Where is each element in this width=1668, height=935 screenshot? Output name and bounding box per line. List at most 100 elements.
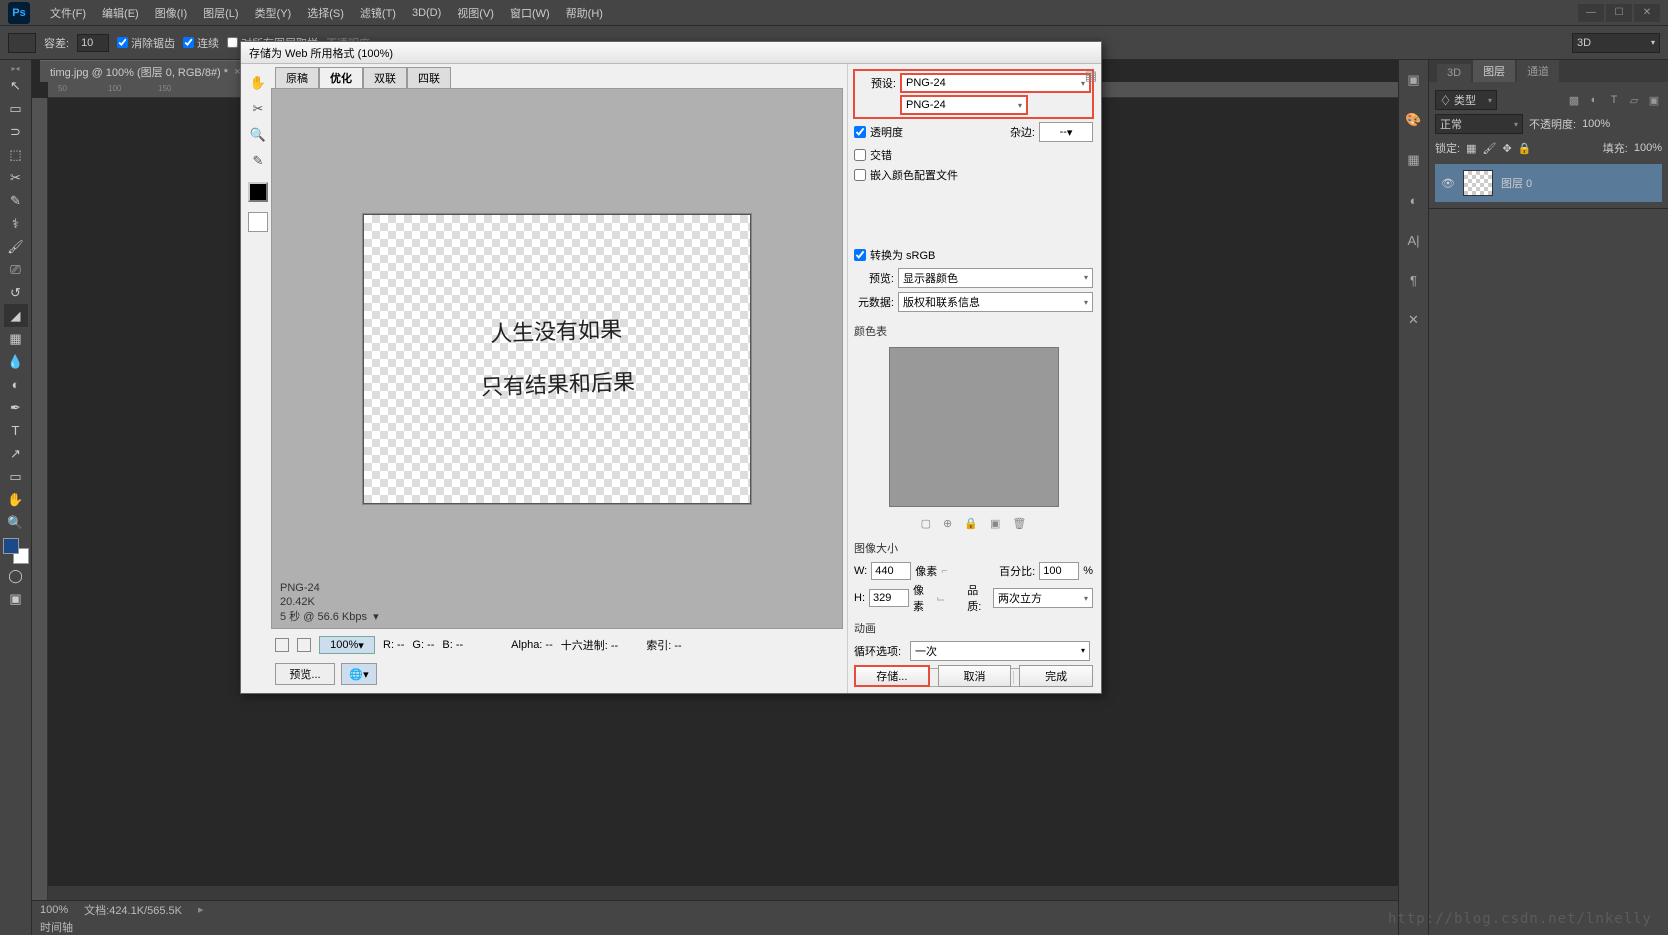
tab-original[interactable]: 原稿 <box>275 67 319 88</box>
menu-file[interactable]: 文件(F) <box>42 5 94 21</box>
preview-profile-dropdown[interactable]: 显示器颜色 <box>898 268 1093 288</box>
menu-edit[interactable]: 编辑(E) <box>94 5 147 21</box>
eraser-tool[interactable]: ◢ <box>4 304 28 327</box>
eyedropper-tool[interactable]: ✎ <box>4 189 28 212</box>
lock-paint-icon[interactable]: 🖌 <box>1482 142 1496 155</box>
tab-2up[interactable]: 双联 <box>363 67 407 88</box>
footer-square-1[interactable] <box>275 638 289 652</box>
fill-value[interactable]: 100% <box>1634 142 1662 154</box>
blend-mode-dropdown[interactable]: 正常 <box>1435 114 1523 134</box>
tab-channels[interactable]: 通道 <box>1517 60 1559 82</box>
timeline-tab[interactable]: 时间轴 <box>32 918 1398 935</box>
swatches-panel-icon[interactable]: ▦ <box>1404 150 1424 170</box>
menu-view[interactable]: 视图(V) <box>449 5 502 21</box>
layer-thumbnail[interactable] <box>1463 170 1493 196</box>
shape-tool[interactable]: ▭ <box>4 465 28 488</box>
color-swatches[interactable] <box>3 538 29 564</box>
paragraph-panel-icon[interactable]: ¶ <box>1404 270 1424 290</box>
lasso-tool[interactable]: ⊃ <box>4 120 28 143</box>
ct-icon-1[interactable]: ▢ <box>921 517 931 530</box>
footer-square-2[interactable] <box>297 638 311 652</box>
menu-3d[interactable]: 3D(D) <box>404 7 449 19</box>
horizontal-scrollbar[interactable] <box>48 886 1398 900</box>
menu-image[interactable]: 图像(I) <box>147 5 195 21</box>
properties-panel-icon[interactable]: ✕ <box>1404 310 1424 330</box>
menu-layer[interactable]: 图层(L) <box>195 5 246 21</box>
convert-srgb-check[interactable]: 转换为 sRGB <box>854 247 1093 263</box>
history-panel-icon[interactable]: ▣ <box>1404 70 1424 90</box>
loop-dropdown[interactable]: 一次 <box>910 641 1090 661</box>
marquee-tool[interactable]: ▭ <box>4 97 28 120</box>
eyedropper-color-swatch[interactable] <box>248 182 268 202</box>
layer-kind-filter[interactable]: ♢ 类型 <box>1435 90 1497 110</box>
eyedropper-tool-icon[interactable]: ✎ <box>247 150 269 172</box>
preview-zoom-dropdown[interactable]: 100% ▾ <box>319 636 375 654</box>
path-select-tool[interactable]: ↗ <box>4 442 28 465</box>
save-button[interactable]: 存储... <box>854 665 930 687</box>
dodge-tool[interactable]: ◐ <box>4 373 28 396</box>
stamp-tool[interactable]: ⎚ <box>4 258 28 281</box>
workspace-dropdown[interactable]: 3D <box>1572 33 1660 53</box>
ct-icon-4[interactable]: ▣ <box>990 517 1000 530</box>
hand-tool-icon[interactable]: ✋ <box>247 72 269 94</box>
visibility-icon[interactable]: 👁 <box>1441 177 1455 190</box>
quickmask-tool[interactable]: ◯ <box>4 564 28 587</box>
filter-smart-icon[interactable]: ▣ <box>1646 92 1662 108</box>
done-button[interactable]: 完成 <box>1019 665 1093 687</box>
ct-icon-2[interactable]: ⊕ <box>943 517 952 530</box>
antialias-check[interactable]: 消除锯齿 <box>117 35 175 51</box>
blur-tool[interactable]: 💧 <box>4 350 28 373</box>
menu-window[interactable]: 窗口(W) <box>502 5 558 21</box>
filter-type-icon[interactable]: T <box>1606 92 1622 108</box>
filter-shape-icon[interactable]: ▱ <box>1626 92 1642 108</box>
transparency-check[interactable]: 透明度 <box>854 124 903 140</box>
type-tool[interactable]: T <box>4 419 28 442</box>
ct-icon-3[interactable]: 🔒 <box>964 517 978 530</box>
healing-tool[interactable]: ⚕ <box>4 212 28 235</box>
menu-type[interactable]: 类型(Y) <box>247 5 300 21</box>
tab-4up[interactable]: 四联 <box>407 67 451 88</box>
filter-pixel-icon[interactable]: ▩ <box>1566 92 1582 108</box>
quick-select-tool[interactable]: ⬚ <box>4 143 28 166</box>
metadata-dropdown[interactable]: 版权和联系信息 <box>898 292 1093 312</box>
document-tab[interactable]: timg.jpg @ 100% (图层 0, RGB/8#) *× <box>40 60 251 82</box>
contiguous-check[interactable]: 连续 <box>183 35 219 51</box>
gradient-tool[interactable]: ▦ <box>4 327 28 350</box>
pen-tool[interactable]: ✒ <box>4 396 28 419</box>
maximize-button[interactable]: ☐ <box>1606 4 1632 22</box>
percent-input[interactable] <box>1039 562 1079 580</box>
adjustments-panel-icon[interactable]: ◐ <box>1404 190 1424 210</box>
zoom-tool[interactable]: 🔍 <box>4 511 28 534</box>
color-panel-icon[interactable]: 🎨 <box>1404 110 1424 130</box>
preview-canvas[interactable]: 人生没有如果 只有结果和后果 PNG-24 20.42K 5 秒 @ 56.6 … <box>271 88 843 629</box>
tab-optimized[interactable]: 优化 <box>319 67 363 88</box>
interlace-check[interactable]: 交错 <box>854 147 1093 163</box>
lock-all-icon[interactable]: 🔒 <box>1518 142 1532 155</box>
toolbar-collapse-icon[interactable]: ▸◂ <box>11 64 19 74</box>
slice-visibility-icon[interactable] <box>248 212 268 232</box>
move-tool[interactable]: ↖ <box>4 74 28 97</box>
tolerance-input[interactable] <box>77 34 109 52</box>
cancel-button[interactable]: 取消 <box>938 665 1012 687</box>
lock-pos-icon[interactable]: ✥ <box>1502 142 1511 155</box>
menu-filter[interactable]: 滤镜(T) <box>352 5 404 21</box>
layer-name[interactable]: 图层 0 <box>1501 175 1532 191</box>
brush-tool[interactable]: 🖌 <box>4 235 28 258</box>
flyout-menu-icon[interactable]: ▤ <box>1085 68 1097 84</box>
opacity-value[interactable]: 100% <box>1582 118 1610 130</box>
screenmode-tool[interactable]: ▣ <box>4 587 28 610</box>
quality-dropdown[interactable]: 两次立方 <box>993 588 1093 608</box>
ct-icon-5[interactable]: 🗑 <box>1012 517 1026 530</box>
menu-help[interactable]: 帮助(H) <box>558 5 611 21</box>
character-panel-icon[interactable]: A| <box>1404 230 1424 250</box>
browserlookup-icon[interactable]: 🌐▾ <box>341 663 377 685</box>
zoom-tool-icon[interactable]: 🔍 <box>247 124 269 146</box>
height-input[interactable] <box>869 589 909 607</box>
filter-adjust-icon[interactable]: ◐ <box>1586 92 1602 108</box>
close-button[interactable]: ✕ <box>1634 4 1660 22</box>
embed-profile-check[interactable]: 嵌入颜色配置文件 <box>854 167 1093 183</box>
hand-tool[interactable]: ✋ <box>4 488 28 511</box>
zoom-level[interactable]: 100% <box>40 904 68 916</box>
format-dropdown[interactable]: PNG-24 <box>900 95 1028 115</box>
tab-layers[interactable]: 图层 <box>1473 60 1515 82</box>
